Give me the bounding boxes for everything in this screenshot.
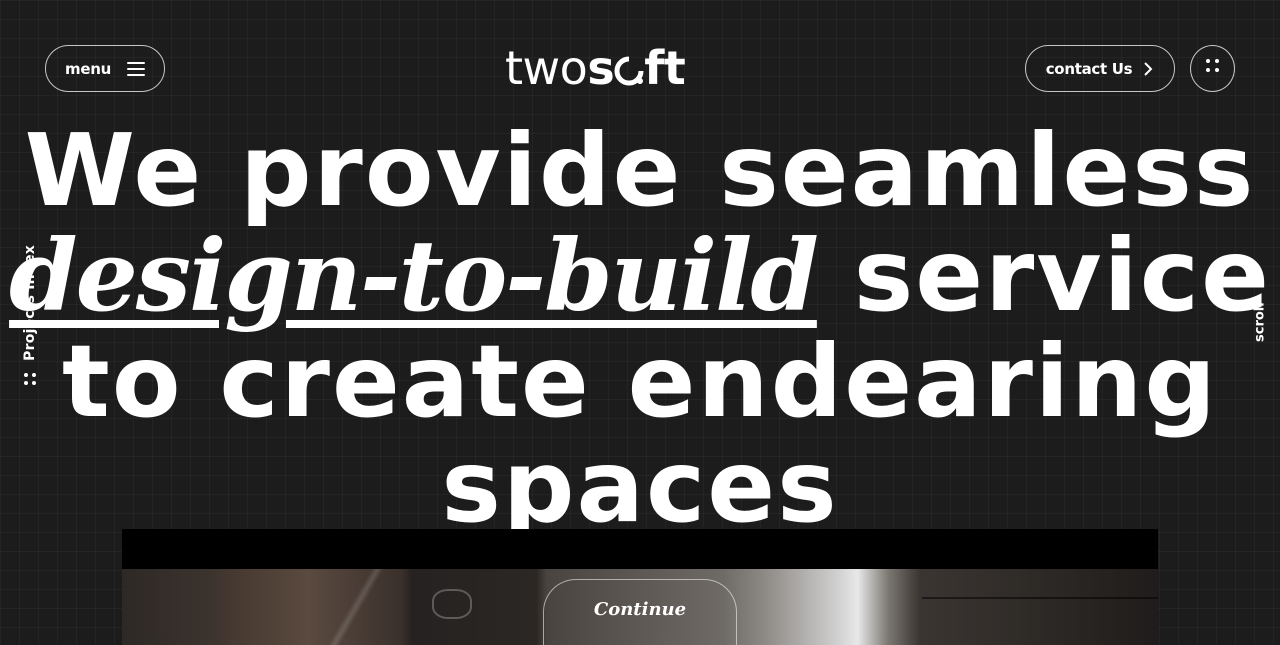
headline-line-1: We provide seamless	[24, 112, 1256, 229]
logo-text-part2: s	[587, 41, 615, 95]
menu-label: menu	[65, 59, 111, 78]
hamburger-icon	[126, 61, 145, 76]
headline-line-4: spaces	[441, 428, 839, 545]
dots-grid-icon	[1206, 59, 1219, 72]
continue-button[interactable]: Continue	[543, 579, 737, 645]
logo-text-part3: ft	[644, 41, 686, 95]
logo[interactable]: twos ft	[505, 38, 775, 98]
chevron-right-icon	[1144, 61, 1153, 76]
headline-line-3: to create endearing	[62, 323, 1218, 440]
headline-italic-phrase: design-to-build	[9, 219, 819, 334]
contact-us-button[interactable]: contact Us	[1025, 45, 1175, 92]
logo-text-part1: two	[505, 41, 588, 95]
contact-label: contact Us	[1045, 59, 1133, 78]
headline-line-2: design-to-build service	[0, 223, 1280, 329]
headline-line-2-rest: service	[853, 217, 1271, 334]
hero-headline: We provide seamless design-to-build serv…	[0, 118, 1280, 539]
grid-dots-button[interactable]	[1190, 45, 1235, 92]
menu-button[interactable]: menu	[45, 45, 165, 92]
image-top-band	[122, 529, 1158, 569]
logo-o-icon	[614, 56, 644, 86]
